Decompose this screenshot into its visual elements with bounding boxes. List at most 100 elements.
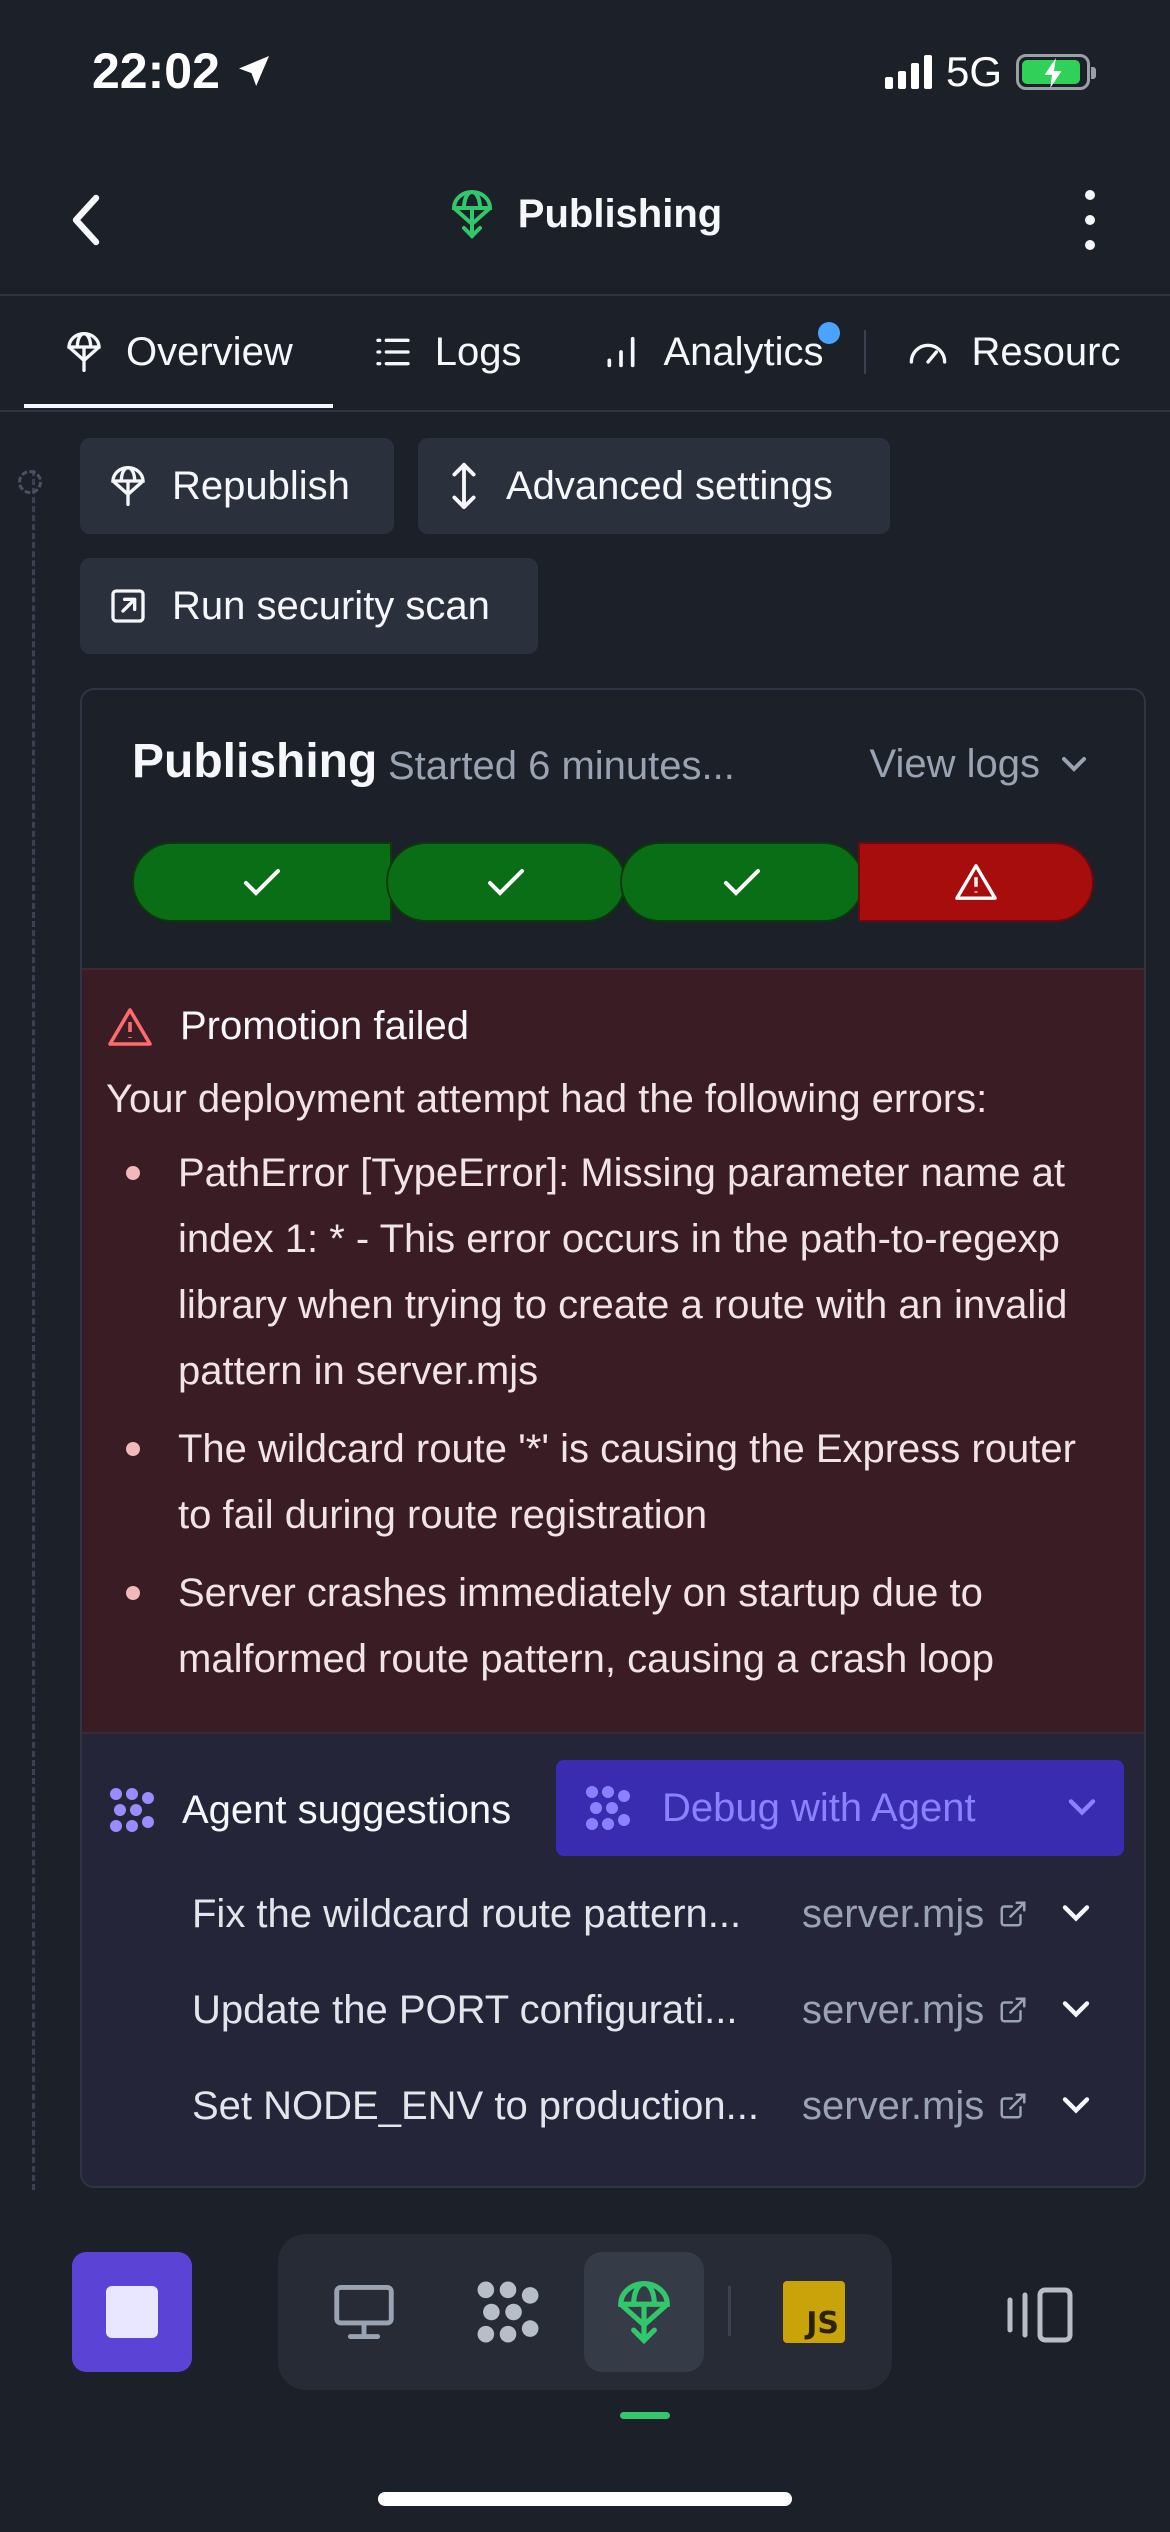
agent-suggestions-header: Agent suggestions	[106, 1784, 511, 1836]
active-indicator	[620, 2412, 670, 2419]
debug-with-agent-label: Debug with Agent	[662, 1785, 976, 1830]
tab-analytics-label: Analytics	[663, 329, 824, 374]
agent-icon	[477, 2281, 539, 2343]
step-upload	[620, 842, 864, 922]
bottom-dock: JS	[278, 2234, 892, 2390]
bar-chart-icon	[607, 336, 635, 368]
tab-bar: Overview Logs Analytics Resourc	[24, 296, 1160, 408]
error-list: PathError [TypeError]: Missing parameter…	[106, 1140, 1120, 1692]
publish-progress	[132, 842, 1094, 922]
home-indicator	[378, 2492, 792, 2506]
error-title: Promotion failed	[180, 1004, 470, 1048]
suggestion-file: server.mjs	[802, 1987, 985, 2032]
suggestion-file: server.mjs	[802, 2083, 985, 2128]
chevron-down-icon[interactable]	[1060, 1903, 1092, 1925]
republish-label: Republish	[172, 463, 350, 508]
error-item: The wildcard route '*' is causing the Ex…	[106, 1416, 1120, 1548]
publish-icon	[618, 2280, 670, 2345]
deploy-icon	[111, 465, 145, 506]
external-link-icon	[1000, 1997, 1026, 2023]
chevron-down-icon[interactable]	[1060, 2095, 1092, 2117]
tab-overview[interactable]: Overview	[24, 296, 333, 408]
tab-logs[interactable]: Logs	[333, 296, 562, 408]
publishing-card: Publishing Started 6 minutes... View log…	[80, 688, 1146, 2188]
suggestion-item[interactable]: Set NODE_ENV to production... server.mjs	[192, 2066, 1144, 2146]
deploy-icon	[67, 331, 101, 372]
list-icon	[376, 338, 410, 366]
network-label: 5G	[945, 48, 1002, 95]
timeline-dot	[18, 470, 42, 494]
tab-resources-label: Resourc	[971, 329, 1121, 374]
chevron-down-icon	[1068, 1799, 1096, 1816]
agent-suggestions-panel: Agent suggestions Debug with Agent Fix t…	[82, 1734, 1144, 2186]
check-icon	[724, 869, 760, 896]
tab-analytics[interactable]: Analytics	[561, 296, 863, 408]
notification-dot	[817, 322, 840, 344]
suggestion-text: Set NODE_ENV to production...	[192, 2083, 759, 2128]
dock-publish-button[interactable]	[584, 2252, 704, 2372]
monitor-icon	[334, 2285, 394, 2339]
time-text: 22:02	[92, 43, 220, 99]
suggestion-file-link[interactable]: server.mjs	[802, 2084, 1028, 2129]
javascript-icon: JS	[783, 2281, 845, 2343]
dock-preview-button[interactable]	[304, 2252, 424, 2372]
signal-icon	[884, 55, 932, 89]
chevron-down-icon	[1062, 756, 1086, 772]
view-logs-button[interactable]: View logs	[870, 742, 1088, 787]
suggestion-file: server.mjs	[802, 1891, 985, 1936]
suggestion-item[interactable]: Update the PORT configurati... server.mj…	[192, 1970, 1144, 2050]
security-scan-label: Run security scan	[172, 583, 490, 628]
dock-js-file-button[interactable]: JS	[754, 2252, 874, 2372]
location-arrow-icon	[238, 56, 269, 86]
error-item: Server crashes immediately on startup du…	[106, 1560, 1120, 1692]
tab-logs-label: Logs	[434, 329, 522, 374]
error-intro: Your deployment attempt had the followin…	[106, 1077, 988, 1121]
external-link-icon	[1000, 1901, 1026, 1927]
warning-icon	[955, 864, 997, 900]
suggestion-text: Fix the wildcard route pattern...	[192, 1891, 742, 1936]
tab-resources[interactable]: Resourc	[866, 296, 1161, 408]
security-scan-button[interactable]: Run security scan	[80, 558, 538, 654]
page-title: Publishing	[517, 191, 723, 236]
suggestion-item[interactable]: Fix the wildcard route pattern... server…	[192, 1874, 1144, 1954]
error-header: Promotion failed	[106, 1004, 1120, 1049]
tabs-divider	[0, 410, 1170, 412]
gauge-icon	[909, 343, 946, 364]
error-item: PathError [TypeError]: Missing parameter…	[106, 1140, 1120, 1404]
warning-icon	[108, 1007, 152, 1046]
timeline-line	[32, 470, 35, 2190]
step-bundle	[386, 842, 626, 922]
panels-button[interactable]	[1000, 2280, 1080, 2350]
chevron-down-icon[interactable]	[1060, 1999, 1092, 2021]
stop-icon	[106, 2286, 158, 2338]
view-logs-label: View logs	[869, 742, 1040, 786]
external-link-icon	[111, 589, 145, 623]
publish-icon	[451, 189, 492, 239]
suggestion-file-link[interactable]: server.mjs	[802, 1892, 1028, 1937]
status-right: 5G	[884, 48, 1096, 96]
more-options-button[interactable]	[1080, 190, 1100, 250]
dock-separator	[728, 2286, 731, 2336]
republish-button[interactable]: Republish	[80, 438, 394, 534]
publishing-header: Publishing Started 6 minutes... View log…	[82, 690, 1144, 968]
tab-overview-label: Overview	[126, 329, 293, 374]
step-promote	[858, 842, 1094, 922]
advanced-settings-button[interactable]: Advanced settings	[418, 438, 890, 534]
advanced-settings-label: Advanced settings	[506, 463, 833, 508]
publishing-title: Publishing	[132, 735, 378, 788]
status-time: 22:02	[92, 42, 274, 100]
agent-icon	[110, 1788, 154, 1832]
stop-button[interactable]	[72, 2252, 192, 2372]
debug-with-agent-button[interactable]: Debug with Agent	[556, 1760, 1124, 1856]
step-build	[132, 842, 392, 922]
check-icon	[244, 869, 280, 896]
page-header: Publishing	[0, 188, 1170, 240]
dock-agent-button[interactable]	[448, 2252, 568, 2372]
expand-vertical-icon	[452, 462, 476, 510]
publishing-started: Started 6 minutes...	[388, 744, 735, 788]
agent-icon	[586, 1786, 630, 1830]
suggestion-text: Update the PORT configurati...	[192, 1987, 738, 2032]
suggestion-file-link[interactable]: server.mjs	[802, 1988, 1028, 2033]
battery-icon	[1016, 54, 1096, 90]
agent-suggestions-label: Agent suggestions	[182, 1787, 512, 1832]
